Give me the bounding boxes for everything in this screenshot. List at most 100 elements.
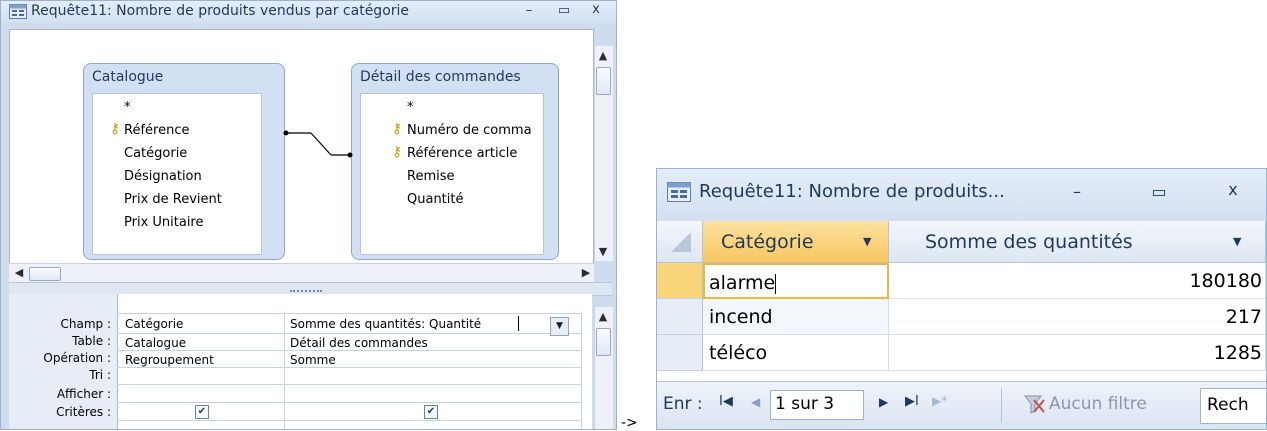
- scrollbar-thumb[interactable]: [596, 328, 611, 356]
- field-item[interactable]: *: [407, 96, 414, 119]
- first-record-icon[interactable]: I◀: [719, 394, 733, 409]
- grid-line: [284, 313, 285, 429]
- grid-line: [581, 313, 582, 429]
- data-cell-somme[interactable]: 217: [889, 299, 1266, 335]
- row-label-tri: Tri :: [89, 368, 111, 382]
- field-item[interactable]: Numéro de comma: [407, 119, 532, 142]
- grid-line: [117, 402, 582, 403]
- scrollbar-thumb[interactable]: [596, 67, 611, 95]
- show-checkbox[interactable]: ✔: [195, 405, 209, 419]
- minimize-button[interactable]: –: [1067, 182, 1087, 201]
- row-selector[interactable]: [657, 299, 703, 335]
- sort-dropdown-icon[interactable]: ▼: [1233, 221, 1241, 263]
- primary-key-icon: ⚷: [391, 121, 403, 137]
- grid-line: [117, 384, 582, 385]
- minimize-button[interactable]: –: [520, 3, 538, 18]
- query-icon: [9, 4, 27, 19]
- record-navigation-bar: Enr : I◀ ◀ 1 sur 3 ▶ ▶I ▶* Aucun filtre …: [657, 381, 1266, 429]
- field-item[interactable]: Prix de Revient: [124, 188, 222, 211]
- table-box-catalogue[interactable]: Catalogue * ⚷ Référence Catégorie Désign…: [83, 63, 285, 260]
- row-label-table: Table :: [72, 334, 111, 348]
- title-bar[interactable]: Requête11: Nombre de produits vendus par…: [1, 1, 616, 23]
- record-label: Enr :: [663, 394, 703, 414]
- horizontal-scrollbar[interactable]: [9, 263, 594, 283]
- show-checkbox[interactable]: ✔: [424, 405, 438, 419]
- data-cell-somme[interactable]: 180180: [889, 263, 1266, 299]
- data-cell-somme[interactable]: 1285: [889, 335, 1266, 371]
- grid-vertical-scrollbar[interactable]: [594, 307, 613, 429]
- grid-cell-champ[interactable]: Somme des quantités: Quantité: [290, 317, 481, 331]
- grid-cell-table[interactable]: Catalogue: [125, 336, 186, 350]
- row-label-champ: Champ :: [60, 317, 111, 331]
- field-item[interactable]: Prix Unitaire: [124, 211, 204, 234]
- grid-cell-operation[interactable]: Somme: [290, 353, 336, 367]
- restore-button[interactable]: ▭: [555, 3, 573, 18]
- row-selector[interactable]: [657, 335, 703, 371]
- data-cell-categorie[interactable]: alarme: [703, 263, 889, 299]
- next-record-icon[interactable]: ▶: [879, 395, 888, 409]
- scroll-left-icon[interactable]: ◀: [11, 266, 27, 279]
- scroll-down-icon[interactable]: ▼: [595, 245, 611, 258]
- primary-key-icon: ⚷: [109, 121, 121, 137]
- restore-button[interactable]: ▭: [1149, 182, 1169, 201]
- grid-cell-champ[interactable]: Catégorie: [125, 317, 183, 331]
- column-header-label: Catégorie: [721, 231, 814, 253]
- scroll-up-icon[interactable]: ▲: [595, 310, 611, 323]
- row-label-operation: Opération :: [43, 351, 111, 365]
- grid-line: [117, 313, 582, 314]
- grid-row-labels: Champ : Table : Opération : Tri : Affich…: [9, 294, 118, 429]
- scrollbar-thumb[interactable]: [29, 267, 61, 281]
- datasheet-window: Requête11: Nombre de produits... – ▭ x C…: [656, 168, 1267, 430]
- grid-line: [117, 333, 582, 334]
- primary-key-icon: ⚷: [391, 144, 403, 160]
- column-header-somme[interactable]: Somme des quantités ▼: [889, 221, 1266, 263]
- cell-text: alarme: [709, 272, 776, 294]
- relationship-line[interactable]: [283, 126, 353, 161]
- data-cell-categorie[interactable]: téléco: [703, 335, 889, 371]
- grid-cell-operation[interactable]: Regroupement: [125, 353, 214, 367]
- close-button[interactable]: x: [587, 2, 605, 17]
- current-record-text: 1 sur 3: [775, 394, 835, 414]
- arrow-label: ->: [621, 415, 638, 431]
- field-item[interactable]: Catégorie: [124, 142, 187, 165]
- select-all-cell[interactable]: [657, 221, 703, 263]
- no-filter-button[interactable]: Aucun filtre: [1049, 394, 1147, 414]
- field-item[interactable]: Remise: [407, 165, 455, 188]
- query-design-window: Requête11: Nombre de produits vendus par…: [0, 0, 617, 430]
- search-placeholder: Rech: [1207, 395, 1249, 415]
- search-field[interactable]: Rech: [1200, 388, 1266, 424]
- new-record-icon[interactable]: ▶*: [932, 394, 947, 408]
- grid-line: [117, 350, 582, 351]
- close-button[interactable]: x: [1223, 180, 1243, 199]
- grid-line: [117, 367, 582, 368]
- sort-dropdown-icon[interactable]: ▼: [863, 221, 871, 263]
- row-selector[interactable]: [657, 263, 703, 299]
- previous-record-icon[interactable]: ◀: [751, 395, 760, 409]
- table-box-detail-commandes[interactable]: Détail des commandes * ⚷ Numéro de comma…: [351, 63, 559, 260]
- divider: [1001, 388, 1002, 422]
- dropdown-arrow-icon[interactable]: ▼: [550, 317, 569, 336]
- field-item[interactable]: Référence article: [407, 142, 517, 165]
- window-title: Requête11: Nombre de produits vendus par…: [31, 3, 410, 19]
- filter-icon: [1023, 394, 1045, 418]
- query-icon: [667, 182, 691, 202]
- grid-cell-table[interactable]: Détail des commandes: [290, 336, 428, 350]
- scroll-up-icon[interactable]: ▲: [595, 49, 611, 62]
- field-item[interactable]: *: [124, 96, 131, 119]
- table-header[interactable]: Détail des commandes: [352, 64, 558, 90]
- table-header[interactable]: Catalogue: [84, 64, 284, 90]
- window-title: Requête11: Nombre de produits...: [699, 181, 1005, 202]
- field-item[interactable]: Désignation: [124, 165, 202, 188]
- column-header-categorie[interactable]: Catégorie ▼: [703, 221, 889, 263]
- row-label-afficher: Afficher :: [56, 387, 111, 401]
- field-item[interactable]: Quantité: [407, 188, 463, 211]
- scroll-right-icon[interactable]: ▶: [578, 266, 594, 279]
- field-item[interactable]: Référence: [124, 119, 189, 142]
- data-cell-categorie[interactable]: incend: [703, 299, 889, 335]
- text-cursor: [518, 316, 519, 331]
- row-label-criteres: Critères :: [56, 405, 111, 419]
- current-record-field[interactable]: 1 sur 3: [770, 390, 864, 420]
- grid-line: [117, 420, 582, 421]
- last-record-icon[interactable]: ▶I: [905, 394, 919, 409]
- title-bar[interactable]: Requête11: Nombre de produits... – ▭ x: [657, 169, 1266, 221]
